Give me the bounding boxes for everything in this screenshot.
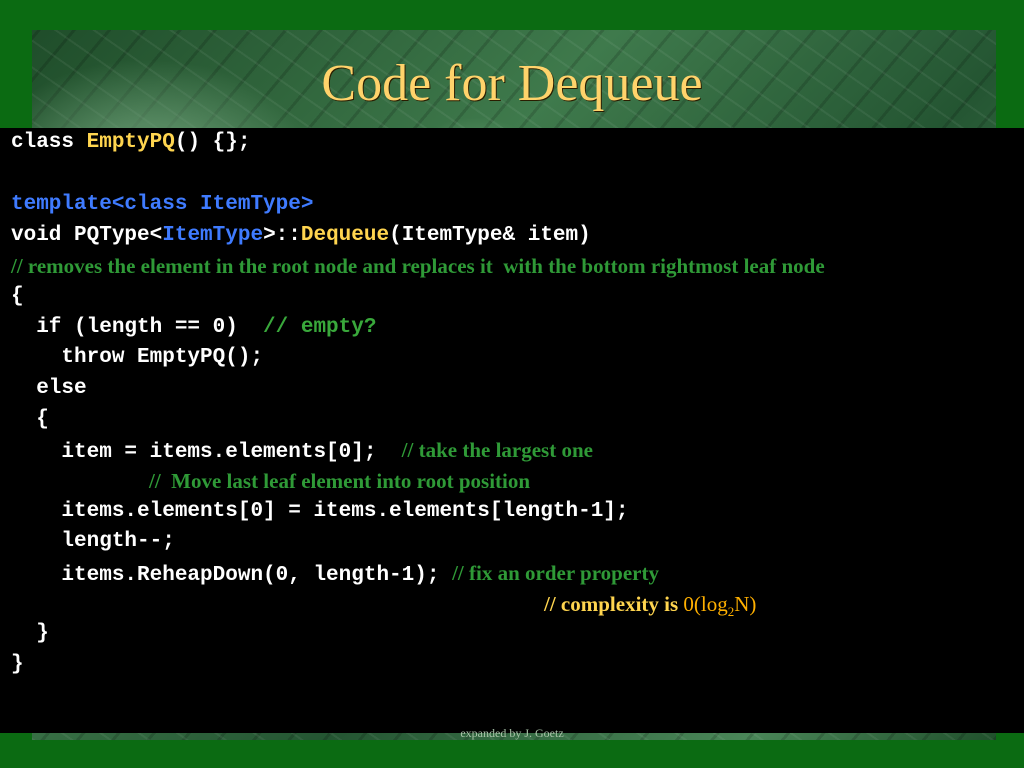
code-line-inner-open: { xyxy=(11,408,49,431)
signature-type: ItemType xyxy=(162,224,264,247)
if-statement: if (length == 0) xyxy=(11,316,264,339)
code-line-else: else xyxy=(11,377,87,400)
slide-footer: expanded by J. Goetz xyxy=(460,726,564,740)
complexity-value-post: N) xyxy=(734,592,757,616)
code-line-inner-close: } xyxy=(11,622,49,645)
signature-params: (ItemType& item) xyxy=(389,224,591,247)
comment-order: // fix an order property xyxy=(452,561,659,585)
code-line-throw: throw EmptyPQ(); xyxy=(11,346,264,369)
class-body: () {}; xyxy=(174,131,251,154)
code-line-elements: items.elements[0] = items.elements[lengt… xyxy=(11,500,629,523)
complexity-label: complexity is xyxy=(560,592,684,616)
code-line-complexity: // complexity is 0(log2N) xyxy=(544,589,756,619)
code-comment-removes: // removes the element in the root node … xyxy=(11,254,825,278)
code-line-template: template<class ItemType> xyxy=(11,193,314,216)
slide-title: Code for Dequeue xyxy=(321,55,703,112)
signature-void: void PQType< xyxy=(11,224,163,247)
code-line-length: length--; xyxy=(11,530,175,553)
code-line-signature: void PQType<ItemType>::Dequeue(ItemType&… xyxy=(11,221,591,251)
complexity-value-pre: 0(log xyxy=(683,592,728,616)
code-line-open-brace: { xyxy=(11,285,24,308)
signature-function: Dequeue xyxy=(300,224,390,247)
keyword-class: class xyxy=(11,131,87,154)
complexity-slashes: // xyxy=(544,592,561,616)
comment-empty: // empty? xyxy=(263,316,377,339)
reheap-call: items.ReheapDown(0, length-1); xyxy=(11,564,453,587)
item-assignment: item = items.elements[0]; xyxy=(11,441,402,464)
code-line-item: item = items.elements[0]; // take the la… xyxy=(11,435,593,465)
signature-scope: >:: xyxy=(263,224,301,247)
class-name-emptypq: EmptyPQ xyxy=(86,131,175,154)
code-line-close: } xyxy=(11,653,24,676)
code-line-reheap: items.ReheapDown(0, length-1); // fix an… xyxy=(11,558,659,588)
comment-move-leaf: // Move last leaf element into root posi… xyxy=(149,469,531,493)
code-line-if: if (length == 0) // empty? xyxy=(11,313,376,343)
code-line-1: class EmptyPQ() {}; xyxy=(11,128,250,158)
code-line-move-comment: // Move last leaf element into root posi… xyxy=(149,466,530,496)
comment-largest: // take the largest one xyxy=(401,438,593,462)
code-block: class EmptyPQ() {}; template<class ItemT… xyxy=(0,128,1024,733)
